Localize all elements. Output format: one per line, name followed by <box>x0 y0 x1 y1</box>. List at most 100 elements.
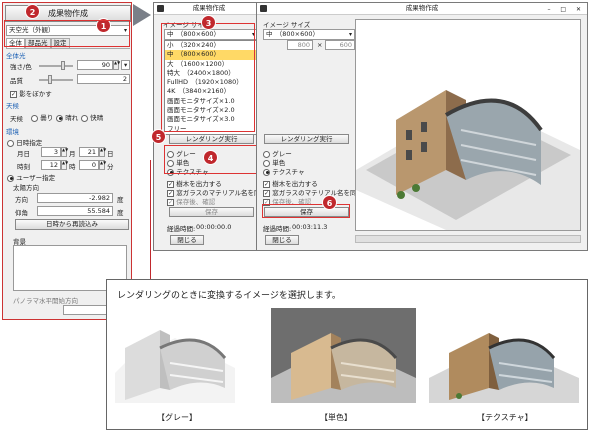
section-weather: 天候 <box>6 102 19 110</box>
day-unit: 日 <box>107 150 114 158</box>
strength-slider-thumb[interactable] <box>61 61 65 70</box>
checkbox-disabled-icon[interactable]: ✓ <box>167 198 174 206</box>
window2-titlebar: 成果物作成 – □ ✕ <box>257 3 587 15</box>
shadow-blur-row[interactable]: ✓ 影をぼかす <box>10 88 52 98</box>
radio-off-icon[interactable] <box>81 114 88 122</box>
time-label: 時刻 <box>17 163 30 171</box>
window-controls[interactable]: – □ ✕ <box>547 4 585 15</box>
height-input[interactable]: 600 <box>325 40 355 50</box>
explanation-caption: レンダリングのときに変換するイメージを選択します。 <box>117 291 341 301</box>
step-badge-3: 3 <box>201 15 216 30</box>
quality-slider[interactable] <box>39 79 73 81</box>
month-spinner[interactable]: ▲▼ <box>61 147 68 157</box>
step-badge-2: 2 <box>25 4 40 19</box>
render-preview <box>355 19 581 231</box>
image-size-select[interactable]: 中 （800×600） ▾ <box>263 29 355 40</box>
elapsed-label: 経過時間: <box>263 225 292 233</box>
shadow-blur-label: 影をぼかす <box>19 90 52 98</box>
step-badge-6: 6 <box>322 195 337 210</box>
weather-option-label: 晴れ <box>65 114 79 122</box>
highlight-box-size-list <box>161 23 255 132</box>
color-option-label: テクスチャ <box>272 168 305 176</box>
save-button-disabled[interactable]: 保存 <box>169 207 254 217</box>
image-size-label: イメージ サイズ <box>263 21 311 29</box>
strength-slider[interactable] <box>39 65 73 67</box>
window1-title: 成果物作成 <box>192 4 226 12</box>
elevation-input[interactable]: 55.584 <box>37 206 113 216</box>
azimuth-unit: 度 <box>117 196 124 204</box>
hour-spinner[interactable]: ▲▼ <box>61 160 68 170</box>
render-button[interactable]: レンダリング実行 <box>264 134 349 144</box>
window1-titlebar: 成果物作成 <box>154 3 264 15</box>
sun-direction-label: 太陽方向 <box>13 184 39 192</box>
close-button[interactable]: 閉じる <box>265 235 299 245</box>
day-input[interactable]: 21 <box>79 147 99 157</box>
quality-slider-thumb[interactable] <box>48 75 52 84</box>
light-settings-panel: 成果物作成 天空光（外観） ▾ 全体 部品光 設定 全体光 強さ/色 90 ▲▼… <box>2 2 132 320</box>
radio-on-icon[interactable] <box>7 174 14 182</box>
elevation-unit: 度 <box>117 209 124 217</box>
checkbox-checked-icon[interactable]: ✓ <box>10 90 17 98</box>
chevron-down-icon: ▾ <box>348 31 352 38</box>
strength-label: 強さ/色 <box>10 63 32 71</box>
hour-unit: 時 <box>69 163 76 171</box>
gray-render-image <box>115 330 235 403</box>
radio-off-icon[interactable] <box>7 139 14 147</box>
color-mode-explanation-box: レンダリングのときに変換するイメージを選択します。 【グレー】 【単色】 【テク… <box>106 279 588 430</box>
weather-radio-cloudy[interactable]: 曇り <box>31 112 53 122</box>
month-input[interactable]: 3 <box>41 147 61 157</box>
color-radio-texture[interactable]: テクスチャ <box>263 166 304 176</box>
close-button[interactable]: 閉じる <box>170 235 204 245</box>
weather-label: 天候 <box>10 115 23 123</box>
month-unit: 月 <box>69 150 76 158</box>
horizontal-scrollbar[interactable] <box>355 235 581 243</box>
width-input[interactable]: 800 <box>287 40 313 50</box>
minute-input[interactable]: 0 <box>79 160 99 170</box>
weather-radio-sunny[interactable]: 晴れ <box>56 112 78 122</box>
elapsed-value: 00:03:11.3 <box>292 223 328 231</box>
times-sign: × <box>317 41 323 49</box>
app-icon <box>260 5 267 12</box>
image-size-value: 中 （800×600） <box>266 30 320 38</box>
azimuth-input[interactable]: -2.982 <box>37 193 113 203</box>
tab-divider <box>6 48 130 49</box>
radio-off-icon[interactable] <box>31 114 38 122</box>
azimuth-label: 方向 <box>15 196 28 204</box>
elapsed-label: 経過時間: <box>167 225 196 233</box>
highlight-box-light-type <box>4 20 130 47</box>
reload-from-date-button[interactable]: 日時から再読込み <box>15 219 129 230</box>
minute-unit: 分 <box>107 163 114 171</box>
label-solid: 【単色】 <box>320 413 352 422</box>
section-environment: 環境 <box>6 128 19 136</box>
confirm-after-save-row[interactable]: ✓ 保存後、確認 <box>167 196 215 206</box>
render-button[interactable]: レンダリング実行 <box>169 134 254 144</box>
minute-spinner[interactable]: ▲▼ <box>99 160 106 170</box>
strength-spinner[interactable]: ▲▼ <box>113 60 120 70</box>
date-radio[interactable]: 日時指定 <box>7 137 42 147</box>
color-dropdown[interactable]: ▾ <box>121 60 130 70</box>
weather-radio-clear[interactable]: 快晴 <box>81 112 103 122</box>
strength-input[interactable]: 90 <box>77 60 113 70</box>
panorama-label: パノラマ水平開始方向 <box>13 297 78 305</box>
day-spinner[interactable]: ▲▼ <box>99 147 106 157</box>
confirm-after-save-label: 保存後、確認 <box>176 198 216 206</box>
highlight-box-save <box>262 204 350 218</box>
section-whole-light: 全体光 <box>6 52 26 60</box>
quality-input[interactable]: 2 <box>77 74 130 84</box>
quality-label: 品質 <box>10 77 23 85</box>
user-radio[interactable]: ユーザー指定 <box>7 172 55 182</box>
hour-input[interactable]: 12 <box>41 160 61 170</box>
weather-option-label: 曇り <box>40 114 54 122</box>
label-gray: 【グレー】 <box>157 413 197 422</box>
label-texture: 【テクスチャ】 <box>477 413 533 422</box>
building-render-image <box>356 90 580 230</box>
step-badge-5: 5 <box>151 129 166 144</box>
radio-on-icon[interactable] <box>263 168 270 176</box>
arrow-right-icon <box>133 4 151 26</box>
user-option-label: ユーザー指定 <box>16 174 56 182</box>
radio-on-icon[interactable] <box>56 114 63 122</box>
step-badge-4: 4 <box>203 150 218 165</box>
elapsed-value: 00:00:00.0 <box>196 223 232 231</box>
app-icon <box>157 5 164 12</box>
solid-render-image <box>271 308 416 403</box>
